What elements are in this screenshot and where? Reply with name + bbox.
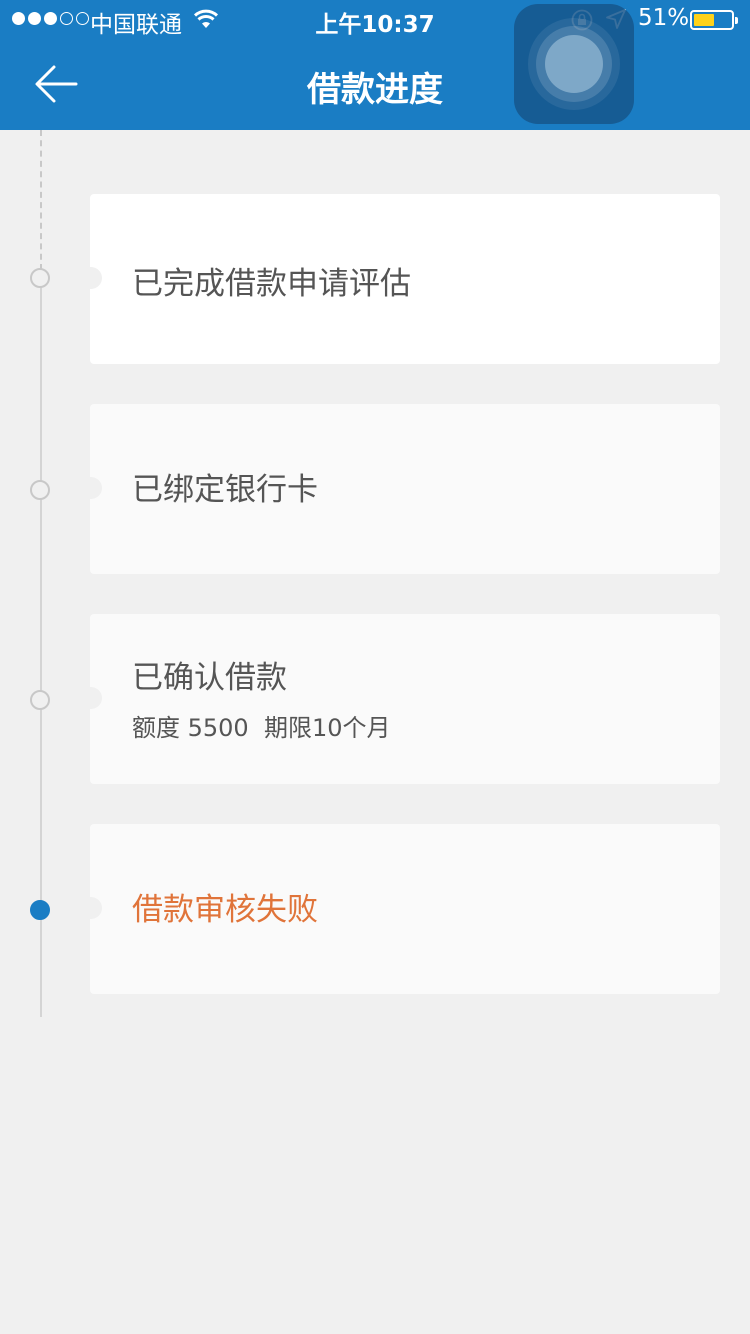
step-title: 已确认借款 xyxy=(132,660,287,696)
battery-percent: 51% xyxy=(638,5,690,31)
status-bar: 中国联通 上午10:37 51% xyxy=(0,0,750,40)
assistive-touch-button[interactable] xyxy=(514,4,634,124)
nav-bar: 借款进度 xyxy=(0,40,750,130)
battery-icon xyxy=(690,10,738,30)
step-card: 借款审核失败 xyxy=(80,824,720,994)
step-card: 已确认借款 额度 5500 期限10个月 xyxy=(80,614,720,784)
timeline-node xyxy=(30,268,50,288)
page-title: 借款进度 xyxy=(307,70,443,110)
step-title: 已绑定银行卡 xyxy=(132,472,318,508)
timeline-step: 借款审核失败 xyxy=(0,824,750,994)
header: 中国联通 上午10:37 51% 借款进度 xyxy=(0,0,750,130)
step-title: 已完成借款申请评估 xyxy=(132,266,411,302)
timeline-node xyxy=(30,480,50,500)
progress-timeline: 已完成借款申请评估 已绑定银行卡 已确认借款 额度 5500 期限10个月 借款… xyxy=(0,130,750,1334)
timeline-step: 已确认借款 额度 5500 期限10个月 xyxy=(0,614,750,784)
timeline-node xyxy=(30,690,50,710)
step-title: 借款审核失败 xyxy=(132,892,318,928)
step-card: 已绑定银行卡 xyxy=(80,404,720,574)
timeline-step: 已绑定银行卡 xyxy=(0,404,750,574)
step-detail: 额度 5500 期限10个月 xyxy=(132,714,391,742)
timeline-node-active xyxy=(30,900,50,920)
step-card: 已完成借款申请评估 xyxy=(80,194,720,364)
timeline-step: 已完成借款申请评估 xyxy=(0,194,750,364)
